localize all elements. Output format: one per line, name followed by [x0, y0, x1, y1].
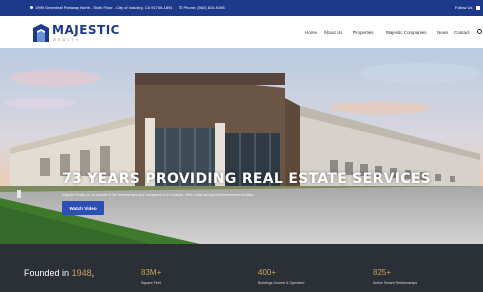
- location-pin-icon: [30, 6, 33, 10]
- phone-text: Phone: (562) 810-9198: [183, 5, 225, 10]
- nav-item-properties-label: Properties: [353, 30, 374, 35]
- hero-banner: 73 YEARS PROVIDING REAL ESTATE SERVICES …: [0, 48, 483, 244]
- watch-video-button[interactable]: Watch Video: [62, 201, 104, 215]
- follow-us: Follow Us: [455, 5, 480, 10]
- page: 1999 Greenleaf Parkway North - Sixth Flo…: [0, 0, 483, 292]
- search-icon[interactable]: [477, 29, 482, 34]
- stat-label: Square Feet: [141, 281, 161, 285]
- stat-square-feet: 83M+ Square Feet: [141, 268, 161, 285]
- stat-tenants: 825+ Active Tenant Relationships: [373, 268, 417, 285]
- founded-year: 1948: [71, 268, 92, 278]
- hero-subtitle: Majestic Realty Co. is a leader in the d…: [62, 193, 254, 197]
- phone-info[interactable]: ✆ Phone: (562) 810-9198: [179, 5, 225, 10]
- address-text: 1999 Greenleaf Parkway North - Sixth Flo…: [35, 5, 173, 10]
- follow-us-label: Follow Us: [455, 5, 473, 10]
- nav-item-contact[interactable]: Contact: [454, 30, 470, 35]
- top-contact-bar: 1999 Greenleaf Parkway North - Sixth Flo…: [0, 0, 483, 16]
- founded-prefix: Founded in: [24, 268, 70, 278]
- founded-text: Founded in 1948,: [24, 268, 95, 278]
- chevron-down-icon: ▾: [386, 30, 388, 34]
- stat-value: 83M+: [141, 268, 162, 277]
- hero-title: 73 YEARS PROVIDING REAL ESTATE SERVICES: [62, 171, 432, 187]
- stat-label: Buildings Owned & Operated: [258, 281, 305, 285]
- stats-band: Founded in 1948, 83M+ Square Feet 400+ B…: [0, 244, 483, 292]
- stat-buildings: 400+ Buildings Owned & Operated: [258, 268, 304, 285]
- stat-label: Active Tenant Relationships: [373, 281, 418, 285]
- nav-item-home[interactable]: Home: [305, 30, 317, 35]
- stat-value: 825+: [373, 268, 392, 277]
- nav-item-news[interactable]: News: [437, 30, 448, 35]
- social-icon[interactable]: [475, 5, 480, 10]
- stat-value: 400+: [258, 268, 277, 277]
- address-info: 1999 Greenleaf Parkway North - Sixth Flo…: [30, 5, 173, 10]
- nav-item-majestic-companies-label: Majestic Companies: [386, 30, 427, 35]
- main-nav: Home About Us ▾ Properties ▾ Majestic Co…: [0, 30, 483, 38]
- nav-item-about-us-label: About Us: [324, 30, 343, 35]
- chevron-down-icon: ▾: [324, 30, 326, 34]
- chevron-down-icon: ▾: [353, 30, 355, 34]
